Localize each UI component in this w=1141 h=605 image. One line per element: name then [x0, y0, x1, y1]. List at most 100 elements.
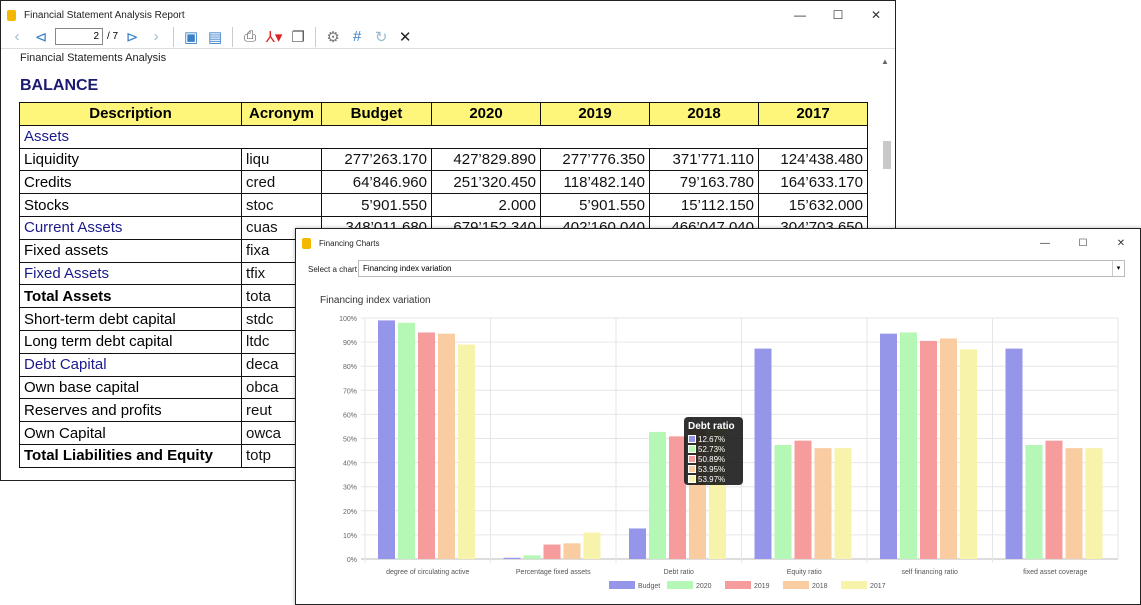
row-acronym: stoc	[241, 193, 322, 217]
bar	[378, 320, 395, 559]
tooltip-value: 52.73%	[698, 444, 726, 454]
divider	[232, 26, 234, 47]
bar	[960, 349, 977, 559]
prev-icon[interactable]: ‹	[7, 28, 27, 45]
scrollbar-thumb[interactable]	[883, 141, 891, 169]
row-description: Assets	[19, 124, 868, 149]
bar	[398, 322, 415, 559]
tooltip-row: 52.73%	[688, 444, 739, 454]
bar	[583, 532, 601, 559]
y-tick-label: 80%	[343, 364, 357, 371]
charts-title: Financing Charts	[319, 238, 380, 248]
fit-page-icon[interactable]: ▤	[205, 28, 225, 46]
tooltip-row: 50.89%	[688, 454, 739, 464]
legend-label: 2020	[696, 583, 712, 590]
x-tick-label: fixed asset coverage	[1023, 569, 1087, 576]
row-description: Total Assets	[19, 284, 242, 309]
row-description: Own Capital	[19, 421, 242, 445]
chevron-down-icon[interactable]: ▾	[1112, 261, 1124, 276]
close-icon[interactable]: ✕	[395, 28, 415, 46]
x-tick-label: Percentage fixed assets	[516, 569, 591, 576]
report-title: Financial Statement Analysis Report	[24, 9, 185, 21]
table-row: Liquidity liqu 277’263.170 427’829.890 277’7…	[19, 147, 868, 172]
row-description: Long term debt capital	[19, 329, 242, 354]
copy-icon[interactable]: ❐	[288, 28, 308, 46]
pdf-icon[interactable]: ⅄▾	[264, 28, 284, 46]
row-description: Current Assets	[19, 215, 242, 240]
tooltip-swatch	[688, 475, 696, 483]
close-button[interactable]: ✕	[1102, 229, 1140, 257]
minimize-button[interactable]: —	[1026, 229, 1064, 257]
column-header: 2017	[758, 102, 868, 126]
row-description: Fixed assets	[19, 238, 242, 263]
y-tick-label: 10%	[343, 533, 357, 540]
row-description: Own base capital	[19, 375, 242, 400]
column-header: 2019	[540, 102, 650, 126]
chart-tooltip: Debt ratio 12.67% 52.73% 50.89% 53.95% 53.97…	[684, 417, 743, 485]
legend-label: 2017	[870, 583, 886, 590]
row-value: 124’438.480	[758, 147, 868, 172]
bar	[900, 332, 917, 559]
chart-select[interactable]: Financing index variation ▾	[358, 260, 1125, 277]
row-value: 371’771.110	[649, 147, 759, 172]
bar	[834, 448, 852, 559]
scroll-up-icon[interactable]: ▲	[881, 57, 889, 66]
bar	[458, 344, 475, 559]
bar	[774, 445, 792, 559]
column-header: Acronym	[241, 102, 322, 126]
bar	[523, 555, 541, 559]
legend-swatch	[667, 581, 693, 589]
legend-label: 2019	[754, 583, 770, 590]
maximize-button[interactable]: ☐	[1064, 229, 1102, 257]
y-tick-label: 0%	[347, 557, 357, 564]
next-icon[interactable]: ›	[146, 28, 166, 45]
y-tick-label: 60%	[343, 412, 357, 419]
fit-width-icon[interactable]: ▣	[181, 28, 201, 46]
table-row: Credits cred 64’846.960 251’320.450 118’482.…	[19, 170, 868, 195]
select-label: Select a chart	[308, 265, 357, 274]
tooltip-swatch	[688, 435, 696, 443]
page-number-icon[interactable]: #	[347, 28, 367, 45]
tooltip-swatch	[688, 465, 696, 473]
row-acronym: liqu	[241, 147, 322, 172]
row-description: Short-term debt capital	[19, 307, 242, 331]
row-value: 15’112.150	[649, 193, 759, 217]
bar	[814, 448, 832, 559]
tooltip-swatch	[688, 445, 696, 453]
table-row: Stocks stoc 5’901.550 2.000 5’901.550 15’112.…	[19, 193, 868, 217]
tooltip-swatch	[688, 455, 696, 463]
column-header: 2018	[649, 102, 759, 126]
charts-titlebar: Financing Charts	[296, 229, 1140, 257]
bar	[1045, 440, 1063, 559]
bar	[649, 431, 666, 559]
prev-page-icon[interactable]: ⊲	[31, 28, 51, 46]
table-row: Assets	[19, 124, 868, 149]
charts-window: Financing Charts — ☐ ✕ Select a chart Fina…	[295, 228, 1141, 605]
row-description: Total Liabilities and Equity	[19, 443, 242, 468]
gear-icon[interactable]: ⚙	[323, 28, 343, 46]
refresh-icon[interactable]: ↻	[371, 28, 391, 46]
tooltip-row: 53.97%	[688, 474, 739, 484]
row-value: 164’633.170	[758, 170, 868, 195]
row-value: 277’263.170	[321, 147, 432, 172]
window-controls: — ☐ ✕	[1026, 229, 1140, 257]
next-page-icon[interactable]: ⊳	[122, 28, 142, 46]
row-description: Fixed Assets	[19, 261, 242, 286]
bar	[754, 348, 772, 559]
y-tick-label: 30%	[343, 485, 357, 492]
tooltip-value: 50.89%	[698, 454, 726, 464]
tooltip-value: 53.97%	[698, 474, 726, 484]
print-icon[interactable]: ⎙	[240, 28, 260, 45]
page-input[interactable]: 2	[55, 28, 103, 45]
app-icon	[7, 9, 16, 21]
bar	[438, 333, 455, 559]
row-description: Stocks	[19, 193, 242, 217]
row-value: 79’163.780	[649, 170, 759, 195]
app-icon	[302, 237, 311, 249]
row-description: Credits	[19, 170, 242, 195]
row-description: Reserves and profits	[19, 398, 242, 423]
y-tick-label: 70%	[343, 388, 357, 395]
row-value: 427’829.890	[431, 147, 541, 172]
legend-swatch	[841, 581, 867, 589]
legend-swatch	[783, 581, 809, 589]
